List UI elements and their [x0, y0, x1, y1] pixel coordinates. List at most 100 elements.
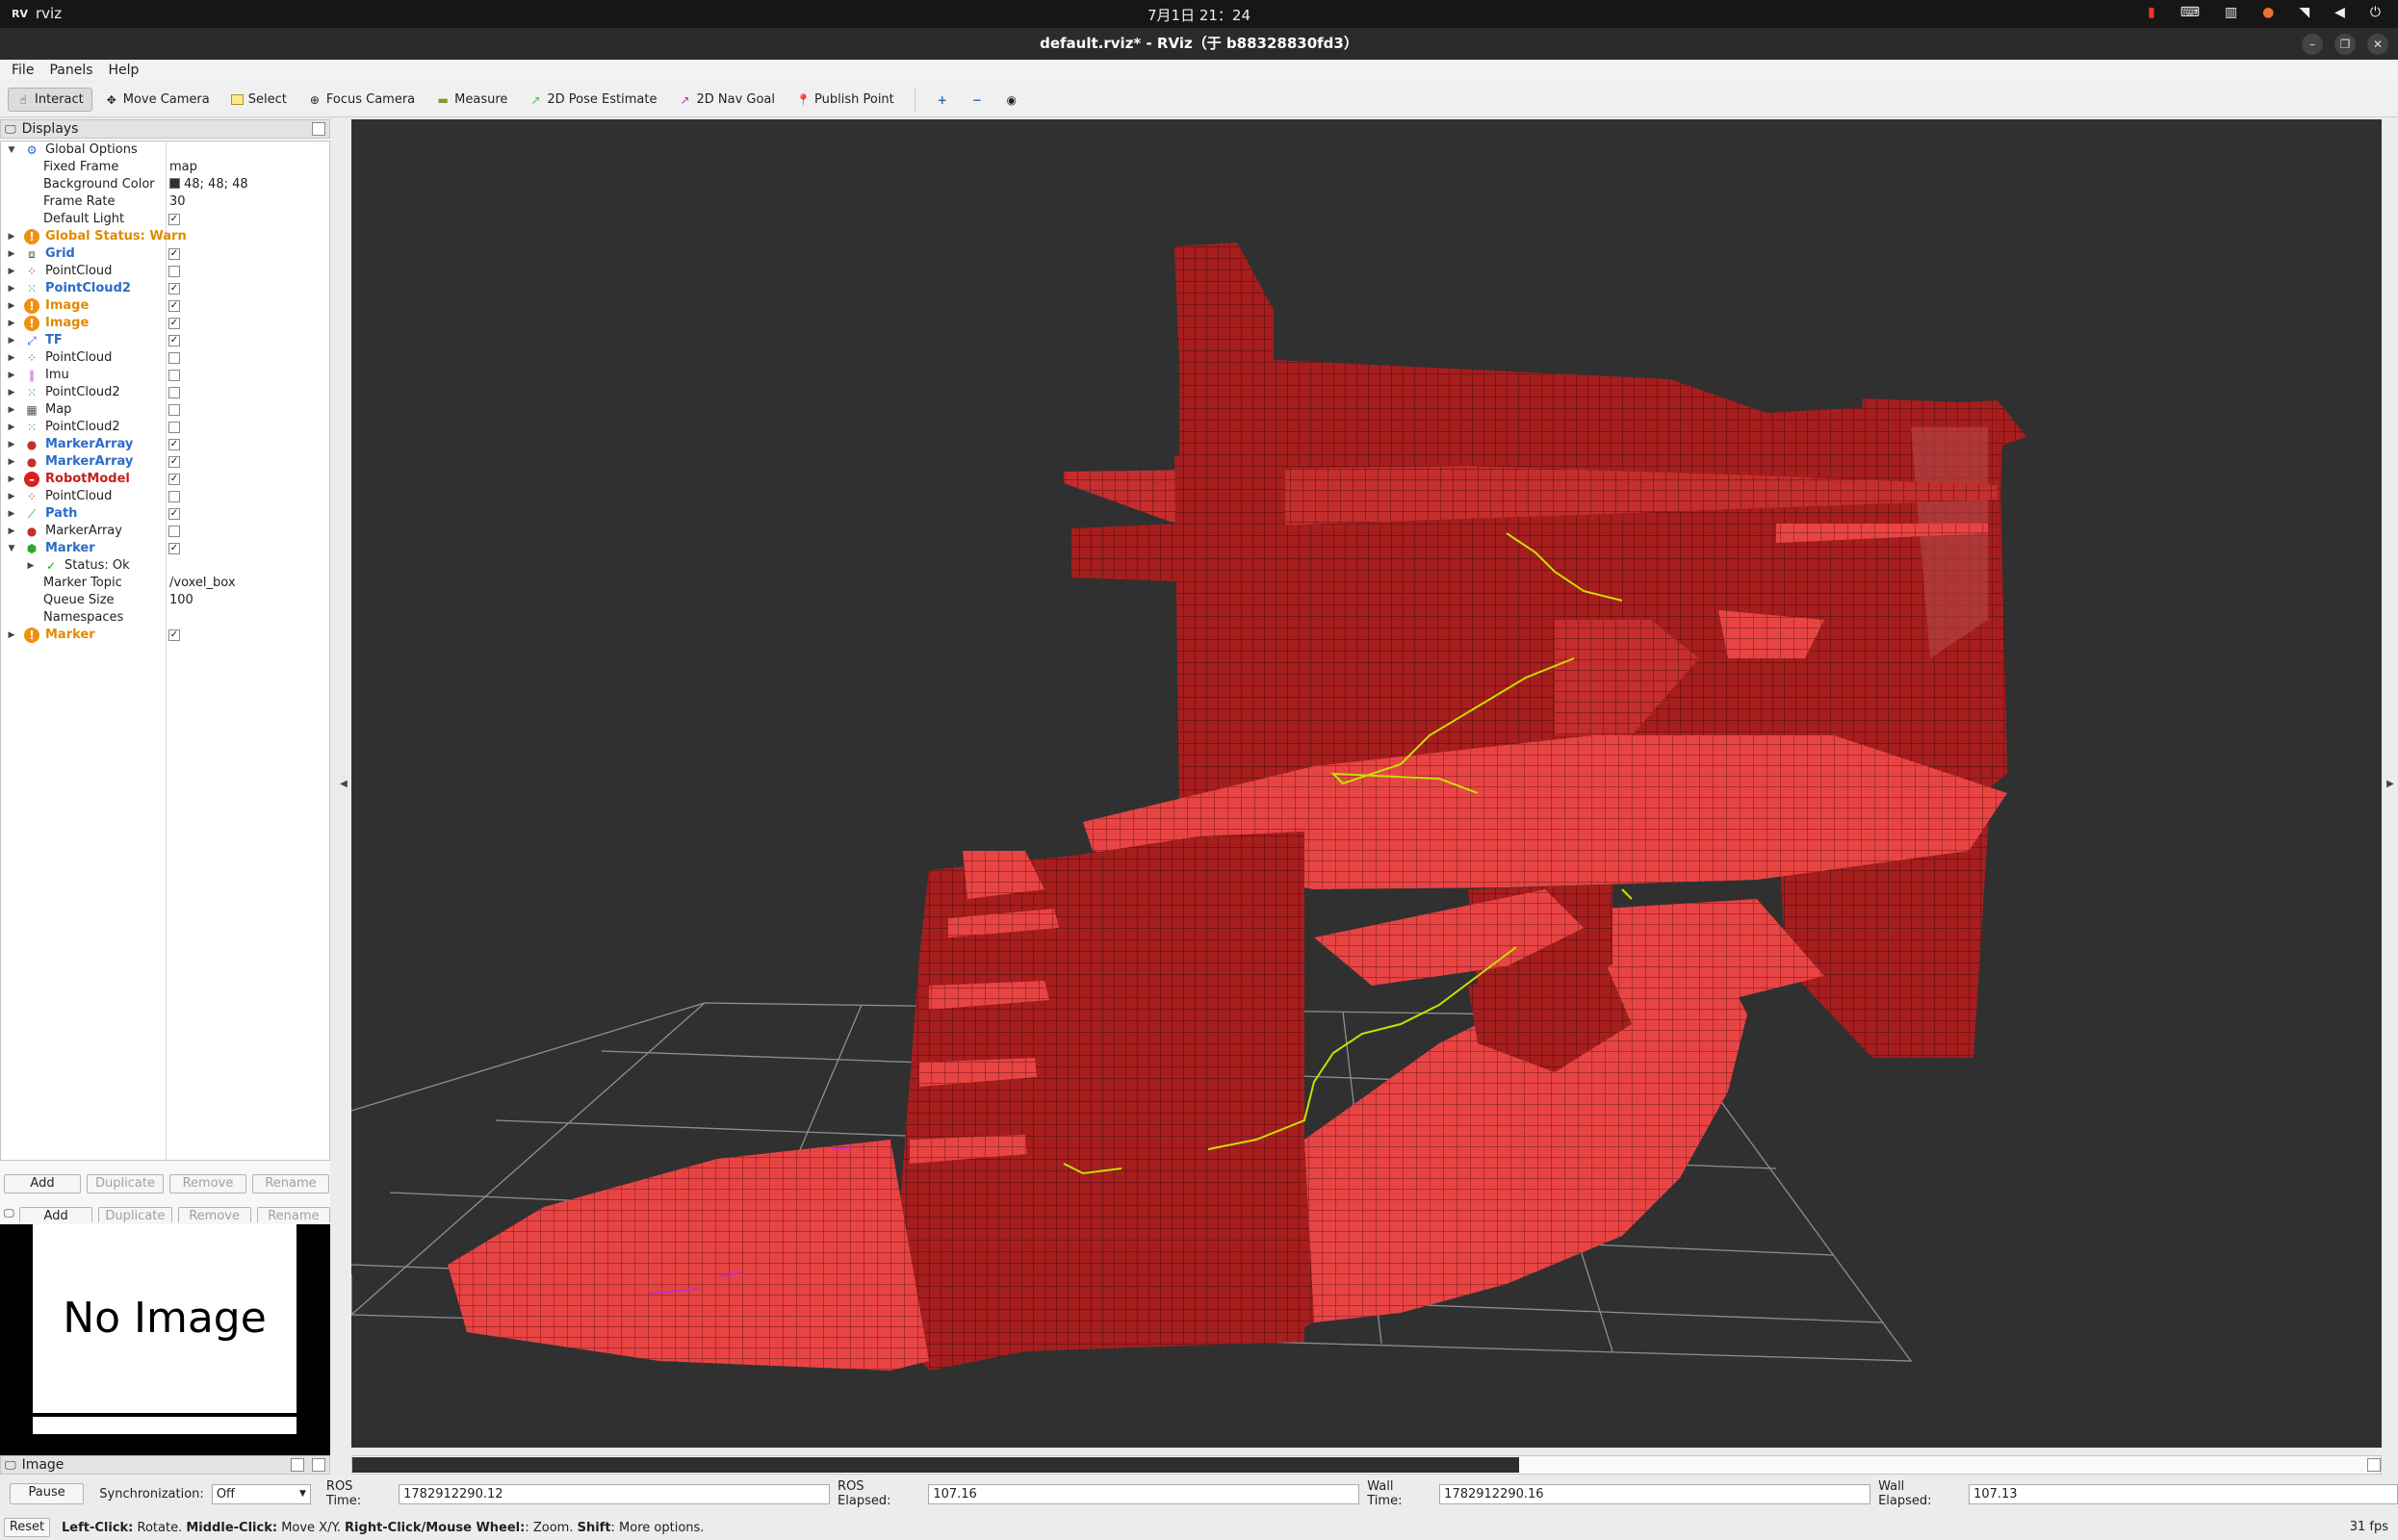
tree-display-imu-7[interactable]: ▶ ∥ Imu — [1, 367, 329, 384]
tree-display-pointcloud-1-checkbox[interactable] — [168, 266, 180, 277]
measure-tool-button[interactable]: ▬ Measure — [427, 88, 516, 112]
tree-display-marker-warn-checkbox[interactable]: ✓ — [168, 629, 180, 641]
tree-display-markerarray-12-checkbox[interactable]: ✓ — [168, 456, 180, 468]
tree-display-path-15[interactable]: ▶ ⟋ Path ✓ — [1, 505, 329, 523]
tree-display-path-15-checkbox[interactable]: ✓ — [168, 508, 180, 520]
chevron-right-icon[interactable]: ▶ — [7, 419, 16, 436]
tree-display-pointcloud-6[interactable]: ▶ ⁘ PointCloud — [1, 349, 329, 367]
chevron-right-icon[interactable]: ▶ — [7, 297, 16, 315]
tree-display-markerarray-11-checkbox[interactable]: ✓ — [168, 439, 180, 450]
view-options-button[interactable]: ◉ — [996, 89, 1027, 112]
chevron-right-icon[interactable]: ▶ — [7, 332, 16, 349]
wifi-icon[interactable]: ◥ — [2299, 5, 2309, 20]
tree-marker-topic[interactable]: Marker Topic/voxel_box — [1, 575, 329, 592]
tree-display-imu-7-checkbox[interactable] — [168, 370, 180, 381]
tree-marker-status[interactable]: ▶ ✓ Status: Ok — [1, 557, 329, 575]
maximize-button[interactable]: ❐ — [2334, 34, 2356, 55]
tree-display-pointcloud2-2-checkbox[interactable]: ✓ — [168, 283, 180, 295]
add-display-button-2[interactable]: Add — [19, 1207, 93, 1222]
sync-dropdown[interactable]: Off ▼ — [211, 1483, 311, 1504]
tree-display-pointcloud2-10[interactable]: ▶ ⁙ PointCloud2 — [1, 419, 329, 436]
tree-display-tf-5[interactable]: ▶ ⤢ TF ✓ — [1, 332, 329, 349]
rename-display-button[interactable]: Rename — [252, 1174, 329, 1194]
tree-marker-topic-value[interactable]: /voxel_box — [169, 575, 236, 592]
tree-frame-rate[interactable]: Frame Rate 30 — [1, 193, 329, 211]
chevron-right-icon[interactable]: ▶ — [7, 401, 16, 419]
chevron-right-icon[interactable]: ▶ — [7, 245, 16, 263]
reset-button[interactable]: Reset — [4, 1518, 50, 1537]
tree-display-markerarray-12[interactable]: ▶ ● MarkerArray ✓ — [1, 453, 329, 471]
add-tool-button[interactable]: + — [927, 89, 958, 112]
select-tool-button[interactable]: Select — [222, 88, 296, 112]
tree-fixed-frame-value[interactable]: map — [169, 159, 197, 176]
ros-time-field[interactable]: 1782912290.12 — [399, 1483, 831, 1504]
publish-point-tool-button[interactable]: 📍 Publish Point — [787, 88, 903, 112]
tree-display-marker-checkbox[interactable]: ✓ — [168, 543, 180, 554]
3d-render-viewport[interactable] — [351, 119, 2382, 1448]
system-tray[interactable]: ▮ ⌨ ▥ ● ◥ ◀ ⏻ — [2148, 5, 2381, 20]
tree-display-pointcloud2-8[interactable]: ▶ ⁙ PointCloud2 — [1, 384, 329, 401]
tree-fixed-frame[interactable]: Fixed Frame map — [1, 159, 329, 176]
chevron-right-icon[interactable]: ▶ — [7, 263, 16, 280]
tree-display-pointcloud2-8-checkbox[interactable] — [168, 387, 180, 398]
duplicate-display-button-2[interactable]: Duplicate — [98, 1207, 172, 1222]
tree-display-pointcloud-1[interactable]: ▶ ⁘ PointCloud — [1, 263, 329, 280]
tree-display-grid-0-checkbox[interactable]: ✓ — [168, 248, 180, 260]
chevron-right-icon[interactable]: ▶ — [7, 627, 16, 644]
chevron-right-icon[interactable]: ▶ — [7, 488, 16, 505]
tree-queue-size-value[interactable]: 100 — [169, 592, 193, 609]
left-splitter-handle[interactable]: ◀ — [339, 119, 348, 1448]
tree-display-markerarray-16[interactable]: ▶ ● MarkerArray — [1, 523, 329, 540]
scroll-corner-button[interactable] — [2367, 1458, 2381, 1472]
chevron-right-icon[interactable]: ▶ — [7, 367, 16, 384]
right-splitter-handle[interactable]: ▶ — [2385, 119, 2395, 1448]
tree-background-color-value[interactable]: 48; 48; 48 — [169, 176, 248, 193]
input-method-icon[interactable]: ▮ — [2148, 5, 2155, 20]
tree-display-robotmodel-13-checkbox[interactable]: ✓ — [168, 474, 180, 485]
nav-goal-tool-button[interactable]: ↗ 2D Nav Goal — [669, 88, 784, 112]
network-graph-icon[interactable]: ▥ — [2225, 5, 2237, 20]
wall-time-field[interactable]: 1782912290.16 — [1439, 1483, 1871, 1504]
tree-display-pointcloud-14[interactable]: ▶ ⁘ PointCloud — [1, 488, 329, 505]
image-panel-undock-button[interactable] — [291, 1458, 304, 1472]
menu-panels[interactable]: Panels — [43, 60, 98, 81]
keyboard-icon[interactable]: ⌨ — [2180, 5, 2200, 20]
volume-icon[interactable]: ◀ — [2334, 5, 2345, 20]
chevron-right-icon[interactable]: ▶ — [7, 505, 16, 523]
chevron-right-icon[interactable]: ▶ — [7, 384, 16, 401]
viewport-scrollbar[interactable] — [351, 1455, 2382, 1475]
duplicate-display-button[interactable]: Duplicate — [87, 1174, 164, 1194]
power-icon[interactable]: ⏻ — [2370, 5, 2381, 20]
tree-display-marker[interactable]: ▼ ⬢ Marker ✓ — [1, 540, 329, 557]
tree-namespaces[interactable]: Namespaces — [1, 609, 329, 627]
ros-elapsed-field[interactable]: 107.16 — [928, 1483, 1360, 1504]
tree-background-color[interactable]: Background Color 48; 48; 48 — [1, 176, 329, 193]
tree-display-image-4[interactable]: ▶! Image ✓ — [1, 315, 329, 332]
chevron-right-icon[interactable]: ▶ — [7, 228, 16, 245]
menu-help[interactable]: Help — [103, 60, 145, 81]
remove-display-button-2[interactable]: Remove — [177, 1207, 251, 1222]
interact-tool-button[interactable]: ☝ Interact — [8, 88, 92, 112]
image-panel-close-button[interactable] — [312, 1458, 325, 1472]
tree-frame-rate-value[interactable]: 30 — [169, 193, 186, 211]
minimize-button[interactable]: – — [2302, 34, 2323, 55]
pose-estimate-tool-button[interactable]: ↗ 2D Pose Estimate — [520, 88, 665, 112]
close-button[interactable]: ✕ — [2367, 34, 2388, 55]
system-clock[interactable]: 7月1日 21：24 — [0, 5, 2398, 25]
chevron-right-icon[interactable]: ▶ — [7, 315, 16, 332]
move-camera-tool-button[interactable]: ✥ Move Camera — [96, 88, 219, 112]
undock-button[interactable] — [312, 122, 325, 136]
wall-elapsed-field[interactable]: 107.13 — [1969, 1483, 2398, 1504]
chevron-down-icon[interactable]: ▼ — [7, 540, 16, 557]
pause-button[interactable]: Pause — [10, 1483, 85, 1504]
chevron-right-icon[interactable]: ▶ — [7, 349, 16, 367]
tree-display-robotmodel-13[interactable]: ▶ – RobotModel ✓ — [1, 471, 329, 488]
tree-global-status[interactable]: ▶! Global Status: Warn — [1, 228, 329, 245]
tree-default-light-checkbox[interactable]: ✓ — [168, 214, 180, 225]
add-display-button[interactable]: Add — [4, 1174, 81, 1194]
remove-tool-button[interactable]: − — [962, 89, 993, 112]
tree-display-pointcloud2-10-checkbox[interactable] — [168, 422, 180, 433]
focus-camera-tool-button[interactable]: ⊕ Focus Camera — [299, 88, 424, 112]
tree-default-light[interactable]: Default Light ✓ — [1, 211, 329, 228]
color-swatch[interactable] — [169, 178, 180, 189]
